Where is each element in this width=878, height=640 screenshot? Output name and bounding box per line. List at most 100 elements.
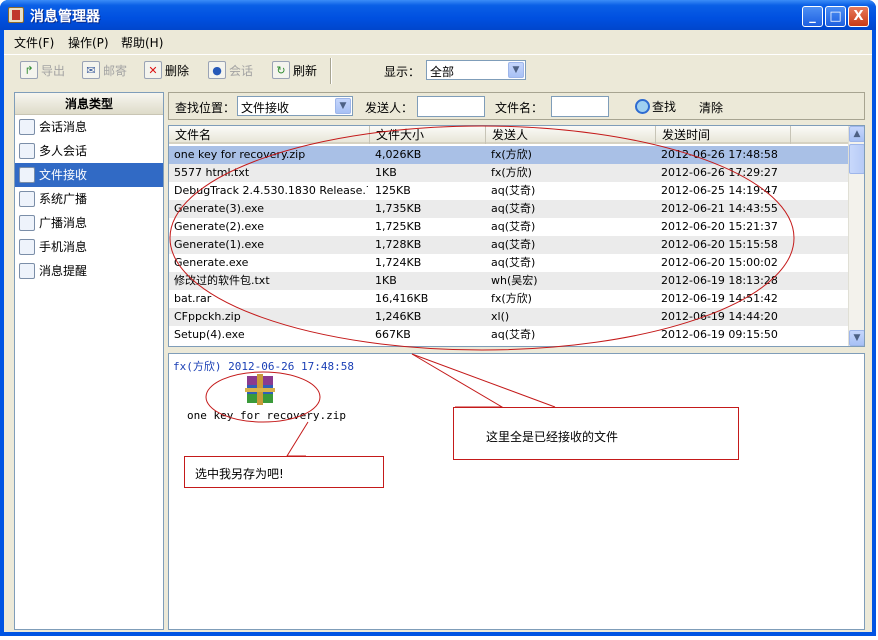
message-type-header: 消息类型 [15, 93, 163, 115]
sender-label: 发送人： [365, 101, 414, 115]
save-callout-box: 选中我另存为吧! [184, 456, 384, 488]
chevron-down-icon[interactable]: ▼ [335, 98, 351, 114]
cell-time: 2012-06-25 14:19:47 [661, 184, 778, 197]
column-header-size[interactable]: 文件大小 [370, 126, 486, 144]
cell-sender: aq(艾奇) [491, 202, 536, 215]
search-icon [635, 99, 650, 114]
attachment-file-name[interactable]: one key for recovery.zip [187, 409, 346, 422]
announce-icon [19, 215, 35, 231]
table-row[interactable]: bat.rar 16,416KB fx(方欣) 2012-06-19 14:51:42 [169, 290, 849, 308]
cell-name: DebugTrack 2.4.530.1830 Release.7z [174, 184, 368, 197]
maximize-button[interactable]: □ [825, 6, 846, 27]
winrar-archive-icon[interactable] [243, 374, 277, 406]
sidebar-item-reminder[interactable]: 消息提醒 [15, 259, 163, 283]
file-receive-icon [19, 167, 35, 183]
cell-time: 2012-06-20 15:15:58 [661, 238, 778, 251]
sidebar-item-label: 文件接收 [39, 168, 88, 182]
cell-size: 667KB [375, 328, 411, 341]
sidebar-item-chat[interactable]: 会话消息 [15, 115, 163, 139]
cell-size: 1KB [375, 166, 397, 179]
chat-button[interactable]: ● 会话 [208, 59, 253, 81]
table-header: 文件名 文件大小 发送人 发送时间 [169, 126, 849, 144]
search-bar: 查找位置： 文件接收 ▼ 发送人： 文件名： 查找 清除 [168, 92, 865, 120]
mail-button[interactable]: ✉ 邮寄 [82, 59, 127, 81]
cell-name: Generate(2).exe [174, 220, 264, 233]
menu-help[interactable]: 帮助(H) [121, 34, 163, 51]
sidebar-item-label: 多人会话 [39, 144, 88, 158]
sidebar-item-system-broadcast[interactable]: 系统广播 [15, 187, 163, 211]
sidebar-item-phone-message[interactable]: 手机消息 [15, 235, 163, 259]
table-row[interactable]: Generate(3).exe 1,735KB aq(艾奇) 2012-06-21 1… [169, 200, 849, 218]
cell-sender: aq(艾奇) [491, 184, 536, 197]
clear-button[interactable]: 清除 [699, 99, 723, 116]
location-select[interactable]: 文件接收 ▼ [237, 96, 353, 116]
column-header-time[interactable]: 发送时间 [656, 126, 791, 144]
scroll-thumb[interactable] [849, 144, 864, 174]
chevron-down-icon[interactable]: ▼ [508, 62, 524, 78]
refresh-icon: ↻ [272, 61, 290, 79]
received-callout-text: 这里全是已经接收的文件 [486, 430, 619, 444]
export-label: 导出 [41, 63, 66, 78]
filename-label: 文件名： [495, 101, 544, 115]
table-row[interactable]: CFppckh.zip 1,246KB xl() 2012-06-19 14:44:2… [169, 308, 849, 326]
cell-name: Generate(3).exe [174, 202, 264, 215]
table-row[interactable]: 5577 html.txt 1KB fx(方欣) 2012-06-26 17:29:2… [169, 164, 849, 182]
table-row[interactable]: one key for recovery.zip 4,026KB fx(方欣) 201… [169, 146, 849, 164]
close-button[interactable]: X [848, 6, 869, 27]
sidebar-item-broadcast-message[interactable]: 广播消息 [15, 211, 163, 235]
sender-input[interactable] [417, 96, 485, 117]
cell-sender: wh(吴宏) [491, 274, 538, 287]
scroll-down-icon[interactable]: ▼ [849, 330, 864, 346]
cell-sender: aq(艾奇) [491, 238, 536, 251]
column-header-filename[interactable]: 文件名 [169, 126, 370, 144]
menu-bar: 文件(F) 操作(P) 帮助(H) [4, 30, 872, 52]
sidebar-item-group-chat[interactable]: 多人会话 [15, 139, 163, 163]
delete-icon: ✕ [144, 61, 162, 79]
message-header: fx(方欣) 2012-06-26 17:48:58 [173, 360, 354, 373]
message-manager-window: 消息管理器 _ □ X 文件(F) 操作(P) 帮助(H) ↱ 导出 ✉ 邮寄 … [0, 0, 876, 636]
table-row[interactable]: Generate.exe 1,724KB aq(艾奇) 2012-06-20 15:0… [169, 254, 849, 272]
menu-operate[interactable]: 操作(P) [68, 34, 109, 51]
cell-time: 2012-06-20 15:00:02 [661, 256, 778, 269]
chat-icon: ● [208, 61, 226, 79]
minimize-button[interactable]: _ [802, 6, 823, 27]
export-icon: ↱ [20, 61, 38, 79]
sidebar-item-label: 消息提醒 [39, 264, 88, 278]
find-button[interactable]: 查找 [635, 98, 676, 115]
table-row[interactable]: Generate(2).exe 1,725KB aq(艾奇) 2012-06-20 1… [169, 218, 849, 236]
menu-file[interactable]: 文件(F) [14, 34, 54, 51]
save-callout-text: 选中我另存为吧! [195, 467, 284, 481]
filename-input[interactable] [551, 96, 609, 117]
cell-sender: aq(艾奇) [491, 328, 536, 341]
sidebar-item-label: 广播消息 [39, 216, 88, 230]
chat-icon [19, 119, 35, 135]
cell-time: 2012-06-26 17:29:27 [661, 166, 778, 179]
column-header-sender[interactable]: 发送人 [486, 126, 656, 144]
sidebar-item-file-receive[interactable]: 文件接收 [15, 163, 163, 187]
display-select[interactable]: 全部 ▼ [426, 60, 526, 80]
chat-label: 会话 [229, 63, 254, 78]
cell-size: 1KB [375, 274, 397, 287]
table-row[interactable]: Generate(1).exe 1,728KB aq(艾奇) 2012-06-20 1… [169, 236, 849, 254]
refresh-button[interactable]: ↻ 刷新 [272, 59, 317, 81]
table-row[interactable]: DebugTrack 2.4.530.1830 Release.7z 125KB a… [169, 182, 849, 200]
delete-button[interactable]: ✕ 删除 [144, 59, 189, 81]
scroll-up-icon[interactable]: ▲ [849, 126, 864, 142]
cell-name: 修改过的软件包.txt [174, 274, 270, 287]
cell-sender: fx(方欣) [491, 292, 532, 305]
cell-name: bat.rar [174, 292, 212, 305]
message-type-panel: 消息类型 会话消息 多人会话 文件接收 系统广播 广播消息 手机消息 消息提醒 [14, 92, 164, 630]
sidebar-item-label: 系统广播 [39, 192, 88, 206]
cell-size: 4,026KB [375, 148, 422, 161]
cell-sender: xl() [491, 310, 510, 323]
table-row[interactable]: Setup(4).exe 667KB aq(艾奇) 2012-06-19 09:15:… [169, 326, 849, 344]
table-scrollbar[interactable]: ▲ ▼ [848, 126, 864, 346]
table-row[interactable]: 修改过的软件包.txt 1KB wh(吴宏) 2012-06-19 18:13:28 [169, 272, 849, 290]
title-bar[interactable]: 消息管理器 _ □ X [0, 0, 876, 30]
export-button[interactable]: ↱ 导出 [20, 59, 65, 81]
cell-name: Setup(4).exe [174, 328, 245, 341]
location-label: 查找位置： [175, 101, 236, 115]
cell-time: 2012-06-19 09:15:50 [661, 328, 778, 341]
reminder-icon [19, 263, 35, 279]
message-preview-pane: fx(方欣) 2012-06-26 17:48:58 one key for r… [168, 353, 865, 630]
